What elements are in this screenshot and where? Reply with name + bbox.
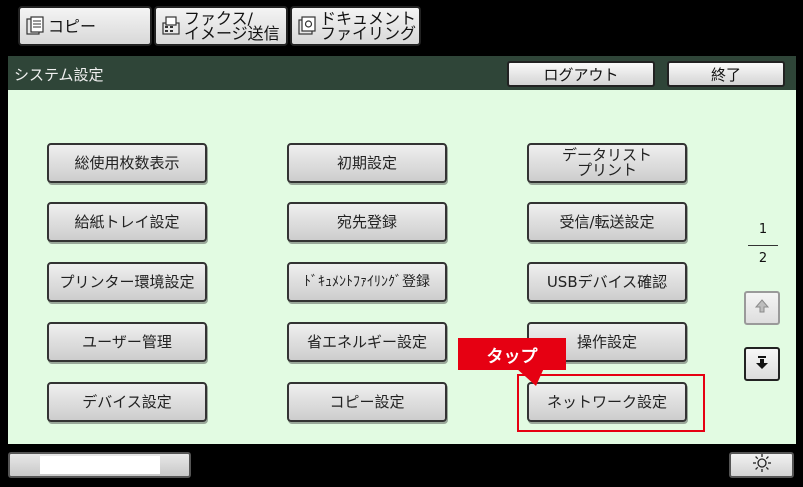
end-button[interactable]: 終了 — [667, 61, 785, 87]
tab-copy-label: コピー — [48, 16, 97, 36]
status-bar-field — [40, 456, 160, 474]
user-management-button[interactable]: ユーザー管理 — [47, 322, 207, 362]
arrow-down-icon — [754, 354, 770, 374]
tab-copy[interactable]: コピー — [18, 6, 152, 46]
usb-device-check-button[interactable]: USBデバイス確認 — [527, 262, 687, 302]
brightness-icon — [752, 453, 772, 477]
device-settings-button[interactable]: デバイス設定 — [47, 382, 207, 422]
printer-settings-button[interactable]: プリンター環境設定 — [47, 262, 207, 302]
screen: コピー ファクス/ イメージ送信 ドキュメント ファイリング システム設定 ログ… — [0, 0, 803, 487]
receive-forward-settings-button[interactable]: 受信/転送設定 — [527, 202, 687, 242]
page-current: 1 — [758, 222, 768, 237]
paper-tray-settings-button[interactable]: 給紙トレイ設定 — [47, 202, 207, 242]
callout-tail-icon — [516, 368, 544, 386]
copy-icon — [26, 16, 44, 36]
title-bar: システム設定 ログアウト 終了 — [8, 56, 796, 90]
scroll-up-button[interactable] — [744, 291, 780, 325]
document-filing-registration-button[interactable]: ﾄﾞｷｭﾒﾝﾄﾌｧｲﾘﾝｸﾞ登録 — [287, 262, 447, 302]
scroll-down-button[interactable] — [744, 347, 780, 381]
fax-icon — [162, 16, 180, 36]
page-divider — [748, 245, 778, 246]
logout-button[interactable]: ログアウト — [507, 61, 655, 87]
initial-settings-button[interactable]: 初期設定 — [287, 143, 447, 183]
energy-save-settings-button[interactable]: 省エネルギー設定 — [287, 322, 447, 362]
arrow-up-icon — [754, 298, 770, 318]
page-total: 2 — [758, 251, 768, 266]
tap-callout: タップ — [458, 338, 566, 370]
tab-document-filing[interactable]: ドキュメント ファイリング — [290, 6, 421, 46]
document-filing-icon — [298, 16, 316, 36]
brightness-button[interactable] — [729, 452, 794, 478]
address-registration-button[interactable]: 宛先登録 — [287, 202, 447, 242]
tab-fax-image-send[interactable]: ファクス/ イメージ送信 — [154, 6, 288, 46]
tab-fax-label: ファクス/ イメージ送信 — [184, 9, 280, 43]
copy-settings-button[interactable]: コピー設定 — [287, 382, 447, 422]
page-title: システム設定 — [14, 66, 104, 84]
data-list-print-button[interactable]: データリスト プリント — [527, 143, 687, 183]
tab-document-label: ドキュメント ファイリング — [320, 9, 417, 43]
status-bar-button[interactable] — [8, 452, 191, 478]
total-count-display-button[interactable]: 総使用枚数表示 — [47, 143, 207, 183]
